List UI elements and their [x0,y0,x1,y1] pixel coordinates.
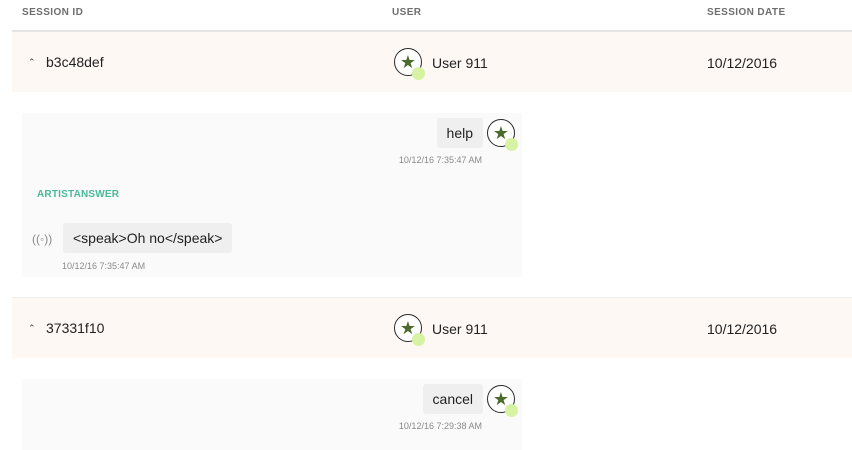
session-row[interactable]: ⌃ b3c48def ★ User 911 10/12/2016 [12,32,852,92]
conversation-panel: cancel ★ 10/12/16 7:29:38 AM [22,379,522,450]
session-date: 10/12/2016 [707,321,778,337]
session-date: 10/12/2016 [707,55,778,71]
message-timestamp: 10/12/16 7:35:47 AM [398,155,482,165]
column-header-session-date[interactable]: SESSION DATE [707,7,786,18]
column-header-user[interactable]: USER [392,7,421,18]
user-avatar: ★ [487,119,518,151]
session-row[interactable]: ⌃ 37331f10 ★ User 911 10/12/2016 [12,298,852,358]
conversation-panel: help ★ 10/12/16 7:35:47 AM ARTISTANSWER … [22,113,522,277]
user-name[interactable]: User 911 [432,55,488,71]
bot-responder-label: ARTISTANSWER [37,189,120,200]
user-avatar: ★ [394,314,425,346]
status-dot [505,404,518,417]
message-timestamp: 10/12/16 7:35:47 AM [62,261,146,271]
table-header: SESSION ID USER SESSION DATE [0,0,852,30]
user-message-bubble: help [436,118,483,148]
user-avatar: ★ [487,385,518,417]
chevron-up-icon[interactable]: ⌃ [28,323,36,333]
user-name[interactable]: User 911 [432,321,488,337]
session-id: 37331f10 [46,320,105,336]
broadcast-icon: ((◦)) [32,232,53,246]
status-dot [412,67,425,80]
session-id: b3c48def [46,54,104,70]
status-dot [505,138,518,151]
chevron-up-icon[interactable]: ⌃ [28,57,36,67]
column-header-session-id[interactable]: SESSION ID [22,7,83,18]
message-timestamp: 10/12/16 7:29:38 AM [398,421,482,431]
bot-message-bubble: <speak>Oh no</speak> [63,223,233,253]
user-avatar: ★ [394,48,425,80]
status-dot [412,333,425,346]
user-message-bubble: cancel [422,384,483,414]
